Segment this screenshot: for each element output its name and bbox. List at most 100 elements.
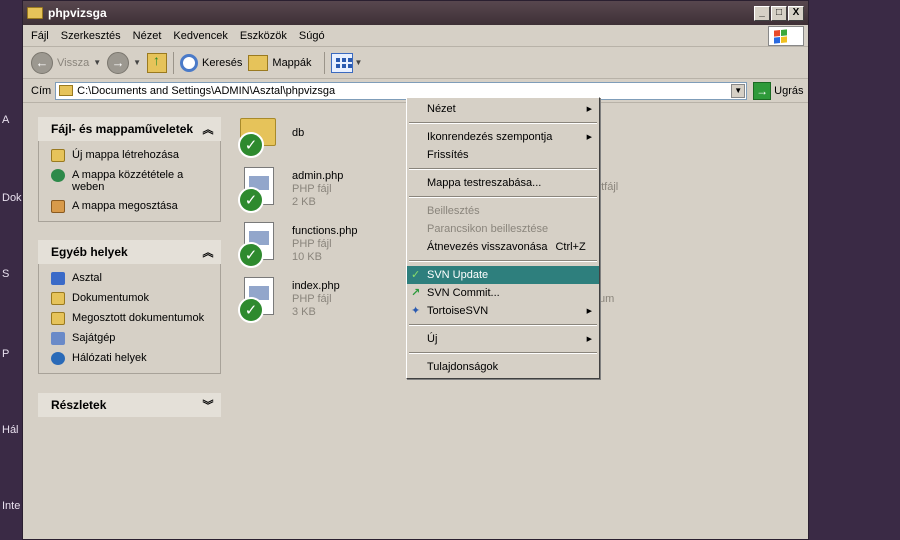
other-places-panel: Egyéb helyek ︽ Asztal Dokumentumok Megos… (38, 240, 221, 374)
menu-file[interactable]: Fájl (31, 30, 49, 42)
ctx-view[interactable]: Nézet ▶ (407, 100, 599, 118)
folders-button[interactable]: Mappák (272, 57, 311, 69)
file-item-admin[interactable]: ✓ admin.php PHP fájl 2 KB (238, 167, 343, 215)
window-title: phpvizsga (48, 6, 107, 20)
search-button[interactable]: Keresés (202, 57, 242, 69)
file-type: PHP fájl (292, 293, 332, 305)
panel-header[interactable]: Részletek ︾ (38, 393, 221, 417)
back-arrow-icon[interactable]: ← (31, 51, 53, 74)
submenu-arrow-icon: ▶ (586, 336, 592, 343)
address-value[interactable]: C:\Documents and Settings\ADMIN\Asztal\p… (77, 85, 335, 97)
desktop-icon-label: Hál (2, 424, 19, 436)
ctx-properties[interactable]: Tulajdonságok (407, 358, 599, 376)
file-size: 3 KB (292, 306, 316, 318)
address-input[interactable]: C:\Documents and Settings\ADMIN\Asztal\p… (55, 81, 748, 100)
panel-header[interactable]: Egyéb helyek ︽ (38, 240, 221, 264)
toolbar-separator (323, 51, 325, 74)
partial-file-type: um (599, 293, 615, 305)
ctx-svn-update[interactable]: ✓ SVN Update (407, 266, 599, 284)
folder-icon (59, 85, 74, 96)
go-button[interactable]: Ugrás (774, 85, 803, 97)
menu-tools[interactable]: Eszközök (240, 30, 287, 42)
place-shared-documents[interactable]: Megosztott dokumentumok (51, 312, 212, 325)
desktop-icon (51, 272, 65, 285)
explorer-window: phpvizsga _ □ X Fájl Szerkesztés Nézet K… (22, 0, 809, 540)
panel-header[interactable]: Fájl- és mappaműveletek ︽ (38, 117, 221, 141)
context-menu: Nézet ▶ Ikonrendezés szempontja ▶ Frissíté… (406, 97, 600, 379)
menu-separator (409, 324, 597, 326)
menu-help[interactable]: Súgó (299, 30, 325, 42)
menu-separator (409, 260, 597, 262)
menu-edit[interactable]: Szerkesztés (61, 30, 121, 42)
place-documents[interactable]: Dokumentumok (51, 292, 212, 305)
place-my-computer[interactable]: Sajátgép (51, 332, 212, 345)
maximize-button[interactable]: □ (771, 5, 787, 21)
folder-up-icon[interactable] (147, 52, 168, 73)
forward-arrow-icon[interactable]: → (107, 51, 130, 74)
minimize-button[interactable]: _ (754, 5, 770, 21)
file-type: PHP fájl (292, 183, 332, 195)
submenu-arrow-icon: ▶ (586, 308, 592, 315)
svn-php-file-icon: ✓ (238, 167, 282, 215)
ctx-undo-rename[interactable]: Átnevezés visszavonása Ctrl+Z (407, 238, 599, 256)
ctx-tortoisesvn[interactable]: ✦ TortoiseSVN ▶ (407, 302, 599, 320)
address-label: Cím (31, 84, 52, 97)
menu-bar: Fájl Szerkesztés Nézet Kedvencek Eszközö… (23, 25, 808, 47)
views-icon[interactable] (330, 52, 353, 73)
desktop-icon-label: Inte (2, 500, 21, 512)
windows-logo-icon (768, 26, 804, 46)
title-bar[interactable]: phpvizsga _ □ X (23, 1, 808, 25)
ctx-paste: Beillesztés (427, 205, 480, 217)
ctx-svn-commit[interactable]: ↗ SVN Commit... (407, 284, 599, 302)
menu-separator (409, 122, 597, 124)
close-button[interactable]: X (788, 5, 804, 21)
tortoisesvn-icon: ✦ (411, 305, 421, 317)
panel-title: Egyéb helyek (51, 245, 128, 259)
task-new-folder[interactable]: Új mappa létrehozása (51, 149, 212, 162)
globe-icon (51, 169, 65, 182)
svn-php-file-icon: ✓ (238, 277, 282, 325)
back-button-label[interactable]: Vissza (57, 57, 89, 69)
ctx-arrange-icons[interactable]: Ikonrendezés szempontja ▶ (407, 128, 599, 146)
toolbar: ← Vissza ▼ → ▼ Keresés Mappák ▼ (23, 47, 808, 79)
menu-separator (409, 352, 597, 354)
menu-favorites[interactable]: Kedvencek (173, 30, 227, 42)
place-network[interactable]: Hálózati helyek (51, 352, 212, 365)
share-folder-icon (51, 200, 65, 213)
file-item-db[interactable]: ✓ db (238, 112, 304, 160)
folder-icon (27, 7, 43, 19)
file-name: functions.php (292, 225, 358, 237)
panel-title: Részletek (51, 398, 107, 412)
folders-icon[interactable] (248, 54, 269, 71)
svn-php-file-icon: ✓ (238, 222, 282, 270)
place-desktop[interactable]: Asztal (51, 272, 212, 285)
menu-view[interactable]: Nézet (133, 30, 162, 42)
shortcut-label: Ctrl+Z (555, 241, 586, 253)
file-item-functions[interactable]: ✓ functions.php PHP fájl 10 KB (238, 222, 357, 270)
expand-icon[interactable]: ︾ (201, 397, 215, 413)
menu-separator (409, 196, 597, 198)
submenu-arrow-icon: ▶ (586, 106, 592, 113)
desktop-icon-label: Dok (2, 192, 22, 204)
task-publish-web[interactable]: A mappa közzététele a weben (51, 169, 212, 193)
network-icon (51, 352, 65, 365)
collapse-icon[interactable]: ︽ (201, 121, 215, 137)
back-dropdown-icon[interactable]: ▼ (93, 58, 101, 67)
go-arrow-icon[interactable]: → (753, 81, 772, 100)
new-folder-icon (51, 149, 65, 162)
task-share-folder[interactable]: A mappa megosztása (51, 200, 212, 213)
file-tasks-panel: Fájl- és mappaműveletek ︽ Új mappa létre… (38, 117, 221, 222)
ctx-new[interactable]: Új ▶ (407, 330, 599, 348)
views-dropdown-icon[interactable]: ▼ (355, 58, 363, 67)
collapse-icon[interactable]: ︽ (201, 244, 215, 260)
documents-icon (51, 292, 65, 305)
search-icon[interactable] (180, 53, 199, 72)
ctx-customize-folder[interactable]: Mappa testreszabása... (407, 174, 599, 192)
forward-dropdown-icon[interactable]: ▼ (133, 58, 141, 67)
desktop-icon-label: A (2, 114, 10, 126)
file-name: db (292, 127, 305, 139)
file-size: 10 KB (292, 251, 322, 263)
address-dropdown-icon[interactable]: ▼ (731, 83, 746, 98)
file-item-index[interactable]: ✓ index.php PHP fájl 3 KB (238, 277, 340, 325)
ctx-refresh[interactable]: Frissítés (407, 146, 599, 164)
